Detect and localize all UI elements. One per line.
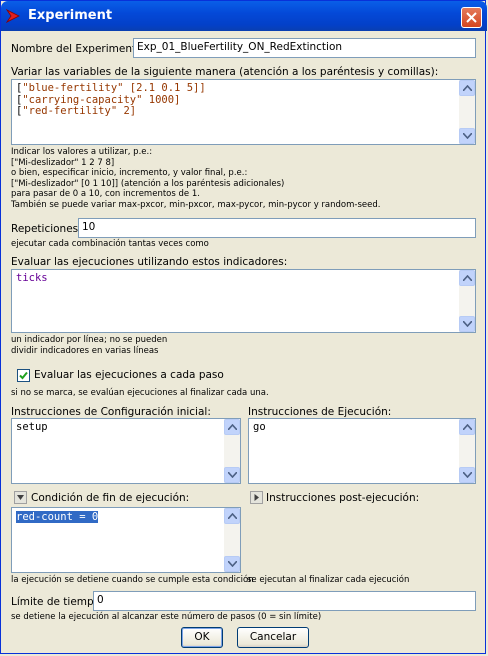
setup-label: Instrucciones de Configuración inicial: (11, 406, 211, 418)
stop-condition-toggle[interactable] (14, 491, 27, 504)
time-limit-input[interactable]: 0 (93, 591, 476, 611)
vary-help-text: Indicar los valores a utilizar, p.e.: ["… (11, 147, 380, 211)
ok-button[interactable]: OK (181, 627, 223, 648)
vary-code: ["blue-fertility" [2.1 0.1 5]] ["carrying… (16, 82, 206, 118)
scroll-down-button[interactable] (224, 467, 240, 483)
vary-label: Variar las variables de la siguiente man… (11, 66, 439, 78)
cancel-button[interactable]: Cancelar (237, 627, 309, 648)
variable-values: 2] (117, 105, 137, 117)
scroll-up-button[interactable] (224, 508, 240, 524)
vary-code-line: ["red-fertility" 2] (16, 105, 206, 118)
scroll-down-button[interactable] (224, 556, 240, 572)
stop-condition-help: la ejecución se detiene cuando se cumple… (11, 575, 254, 585)
help-line: Indicar los valores a utilizar, p.e.: (11, 147, 153, 157)
metrics-scrollbar[interactable] (459, 270, 475, 332)
stop-condition-selected-text: red-count = 0 (16, 511, 99, 523)
help-line: ["Mi-deslizador" 1 2 7 8] (11, 157, 115, 168)
scroll-down-icon (463, 321, 472, 327)
help-line: dividir indicadores en varias líneas (11, 345, 159, 356)
metrics-textarea[interactable]: ticks (11, 269, 476, 333)
stop-condition-textarea[interactable]: red-count = 0 (11, 507, 241, 573)
setup-code: setup (16, 421, 48, 433)
name-label: Nombre del Experimento (11, 43, 143, 55)
scroll-down-icon (463, 133, 472, 139)
scroll-down-button[interactable] (459, 316, 475, 332)
metrics-help: un indicador por línea; no se pueden div… (11, 335, 167, 356)
repetitions-input[interactable]: 10 (78, 218, 476, 238)
scroll-down-icon (228, 561, 237, 567)
time-limit-label: Límite de tiempo (11, 596, 101, 608)
go-label: Instrucciones de Ejecución: (248, 406, 392, 418)
triangle-down-icon (17, 495, 24, 500)
close-icon (466, 12, 477, 23)
every-step-help: si no se marca, se evalúan ejecuciones a… (11, 388, 269, 398)
stop-condition-label: Condición de fin de ejecución: (31, 492, 190, 504)
post-run-help: se ejecutan al finalizar cada ejecución (247, 575, 410, 585)
metrics-code: ticks (16, 272, 48, 284)
stop-condition-code: red-count = 0 (16, 511, 99, 524)
scroll-up-icon (228, 424, 237, 430)
help-line: un indicador por línea; no se pueden (11, 335, 168, 345)
scroll-up-button[interactable] (459, 270, 475, 286)
variable-name: "carrying-capacity" (22, 93, 143, 106)
window-title: Experiment (28, 8, 113, 23)
netlogo-logo-icon (6, 9, 20, 23)
experiment-dialog: Experiment Nombre del Experimento Exp_01… (0, 0, 487, 654)
post-run-toggle[interactable] (250, 491, 263, 504)
scroll-up-button[interactable] (459, 419, 475, 435)
help-line: También se puede variar max-pxcor, min-p… (11, 199, 381, 210)
triangle-right-icon (254, 494, 259, 501)
scroll-up-icon (463, 275, 472, 281)
time-limit-help: se detiene la ejecución al alcanzar este… (11, 612, 322, 622)
variable-name: "red-fertility" (22, 105, 118, 117)
go-textarea[interactable]: go (248, 418, 476, 484)
setup-textarea[interactable]: setup (11, 418, 241, 484)
variable-values: [2.1 0.1 5]] (123, 82, 206, 94)
scroll-up-icon (463, 85, 472, 91)
help-line: o bien, especificar inicio, incremento, … (11, 168, 248, 179)
help-line: para pasar de 0 a 10, con incrementos de… (11, 189, 200, 200)
scroll-down-button[interactable] (459, 128, 475, 144)
experiment-name-input[interactable]: Exp_01_BlueFertility_ON_RedExtinction (133, 38, 476, 58)
repetitions-help: ejecutar cada combinación tantas veces c… (11, 239, 209, 249)
scroll-up-icon (228, 513, 237, 519)
stop-condition-scrollbar[interactable] (224, 508, 240, 572)
vary-variables-textarea[interactable]: ["blue-fertility" [2.1 0.1 5]] ["carrying… (11, 79, 476, 145)
every-step-label[interactable]: Evaluar las ejecuciones a cada paso (34, 369, 224, 381)
vary-scrollbar[interactable] (459, 80, 475, 144)
variable-name: "blue-fertility" (22, 82, 124, 94)
scroll-up-icon (463, 424, 472, 430)
checkmark-icon (19, 371, 28, 380)
title-bar[interactable]: Experiment (1, 1, 487, 31)
close-button[interactable] (461, 7, 482, 28)
go-scrollbar[interactable] (459, 419, 475, 483)
scroll-down-icon (228, 472, 237, 478)
variable-values: 1000] (142, 93, 181, 106)
every-step-checkbox[interactable] (17, 369, 30, 382)
scroll-up-button[interactable] (459, 80, 475, 96)
help-line: ["Mi-deslizador" [0 1 10]] (atención a l… (11, 178, 285, 189)
scroll-down-button[interactable] (459, 467, 475, 483)
post-run-label: Instrucciones post-ejecución: (266, 492, 420, 504)
scroll-down-icon (463, 472, 472, 478)
metrics-label: Evaluar las ejecuciones utilizando estos… (11, 256, 288, 268)
go-code: go (253, 421, 266, 433)
repetitions-label: Repeticiones (11, 223, 79, 235)
setup-scrollbar[interactable] (224, 419, 240, 483)
scroll-up-button[interactable] (224, 419, 240, 435)
